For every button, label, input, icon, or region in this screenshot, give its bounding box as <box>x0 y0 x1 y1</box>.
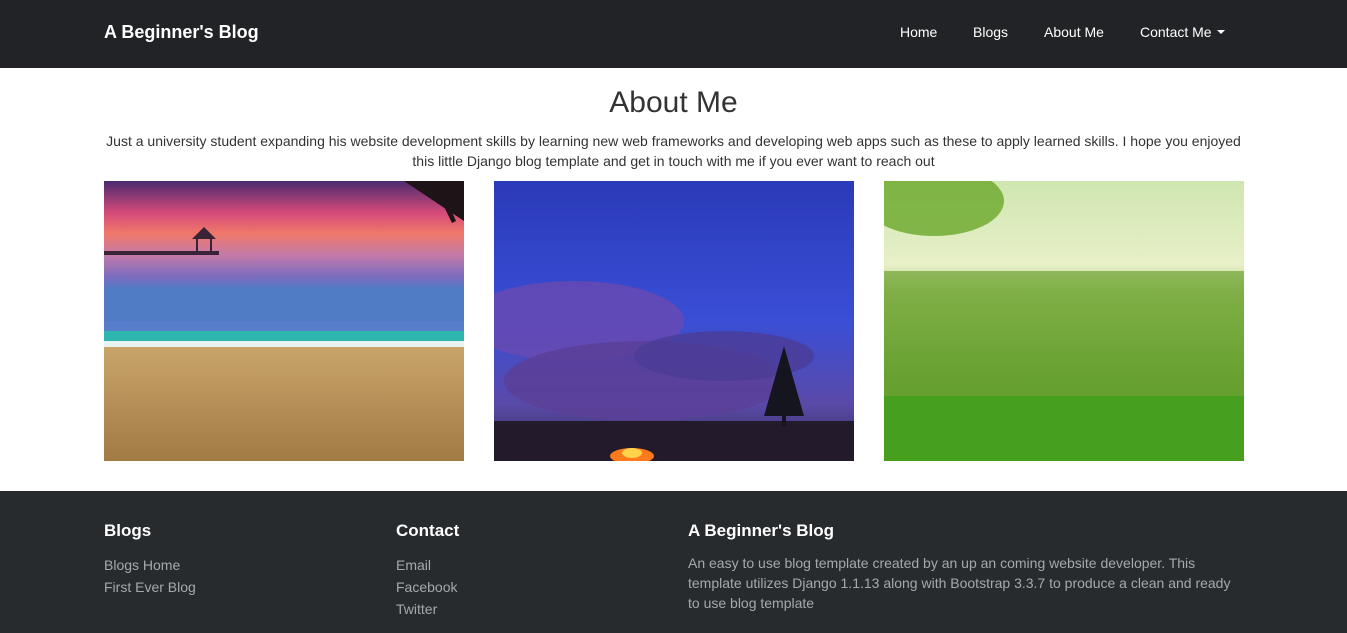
footer-blogs-heading: Blogs <box>104 521 152 540</box>
caret-down-icon <box>1216 30 1225 35</box>
nav-about-link[interactable]: About Me <box>1044 24 1104 40</box>
footer-contact-column: Contact Email Facebook Twitter <box>396 521 459 620</box>
night-sky-campfire-photo <box>494 181 854 461</box>
footer-facebook-link[interactable]: Facebook <box>396 576 459 598</box>
beach-sunset-photo <box>104 181 464 461</box>
footer-about-text: An easy to use blog template created by … <box>688 555 1231 611</box>
page-title: About Me <box>609 86 738 119</box>
footer-blogs-column: Blogs Blogs Home First Ever Blog <box>104 521 196 598</box>
about-description: Just a university student expanding his … <box>106 133 1241 169</box>
nav-contact-dropdown[interactable]: Contact Me <box>1140 24 1225 40</box>
footer-about-heading: A Beginner's Blog <box>688 521 835 540</box>
top-navbar: A Beginner's Blog Home Blogs About Me Co… <box>0 0 1347 68</box>
brand-link[interactable]: A Beginner's Blog <box>104 22 259 43</box>
nav-contact-label: Contact Me <box>1140 24 1212 40</box>
footer-about-column: A Beginner's Blog An easy to use blog te… <box>688 521 1244 613</box>
footer-first-blog-link[interactable]: First Ever Blog <box>104 576 196 598</box>
nav-blogs-link[interactable]: Blogs <box>973 24 1008 40</box>
site-footer: Blogs Blogs Home First Ever Blog Contact… <box>0 491 1347 633</box>
footer-twitter-link[interactable]: Twitter <box>396 598 459 620</box>
footer-blogs-home-link[interactable]: Blogs Home <box>104 554 196 576</box>
footer-contact-heading: Contact <box>396 521 460 540</box>
footer-email-link[interactable]: Email <box>396 554 459 576</box>
green-grass-field-photo <box>884 181 1244 461</box>
nav-home-link[interactable]: Home <box>900 24 937 40</box>
